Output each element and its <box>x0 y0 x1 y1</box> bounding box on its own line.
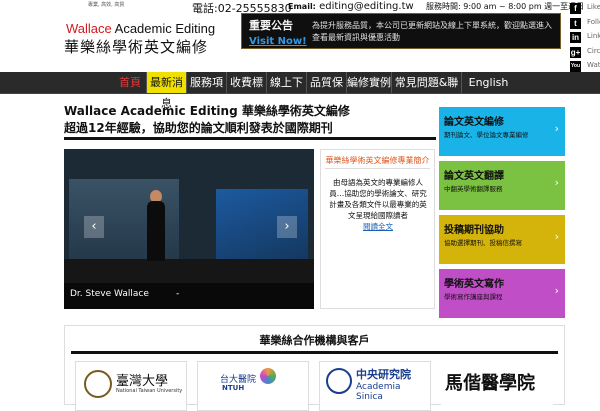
brand-en-rest: Academic Editing <box>111 21 216 36</box>
nav-item-pricing[interactable]: 收費標準 <box>226 72 266 110</box>
nav-item-services[interactable]: 服務項目 <box>186 72 226 110</box>
nav-item-news[interactable]: 最新消息 <box>146 72 186 110</box>
visit-now-link[interactable]: Visit Now! <box>249 36 307 47</box>
notice-text: 為提升服務品質，本公司已更新網站及線上下單系統，歡迎點選進入查看最新資訊與優惠活… <box>312 21 552 42</box>
intro-body-text: 由母語為英文的專業編修人員…協助您的學術論文、研究計畫及各類文件以最專業的英文呈… <box>329 178 427 220</box>
slider-caption-sep: - <box>176 289 180 299</box>
page-subheadline: 超過12年經驗，協助您的論文順利發表於國際期刊 <box>64 121 333 135</box>
facebook-icon: f <box>570 3 581 14</box>
clients-title: 華樂絲合作機構與客戶 <box>259 334 370 347</box>
ntu-logo-sub: National Taiwan University <box>116 388 183 394</box>
nav-item-faq-contact[interactable]: 常見問題&聯絡我們 <box>391 72 461 110</box>
ntuh-logo[interactable]: 台大醫院 NTUH <box>197 361 309 411</box>
social-link-follow[interactable]: t Follow <box>570 17 600 32</box>
social-label: Follow <box>587 17 600 26</box>
nav-item-order[interactable]: 線上下單 <box>266 72 306 110</box>
headline-divider <box>64 137 436 140</box>
mackay-logo-text: 馬偕醫學院 <box>445 373 535 394</box>
brand-en-wallace: Wallace <box>66 21 112 36</box>
social-link-circle[interactable]: g+ Circle <box>570 46 600 61</box>
intro-box: 華樂絲學術英文編修專業簡介 由母語為英文的專業編修人員…協助您的學術論文、研究計… <box>320 149 435 309</box>
read-more-link[interactable]: 閱讀全文 <box>363 222 393 231</box>
chevron-right-icon: › <box>554 176 559 189</box>
chevron-right-icon: › <box>554 230 559 243</box>
social-label: Watch <box>587 61 600 69</box>
social-label: LinkedIn <box>587 32 600 40</box>
tagline: 專業, 高效, 高質 <box>88 2 125 8</box>
intro-body: 由母語為英文的專業編修人員…協助您的學術論文、研究計畫及各類文件以最專業的英文呈… <box>326 177 430 232</box>
ntu-emblem-icon <box>84 370 112 398</box>
google-plus-icon: g+ <box>570 46 581 58</box>
email-address[interactable]: editing@editing.tw <box>319 1 414 12</box>
service-box-3[interactable]: 投稿期刊協助協助選擇期刊、投稿信撰寫 › <box>439 215 565 264</box>
academia-sinica-logo-text: 中央研究院 <box>356 368 411 381</box>
service-box-desc: 協助選擇期刊、投稿信撰寫 <box>444 239 522 247</box>
social-label: Circle <box>587 46 600 55</box>
photo-slider[interactable]: ‹ › Dr. Steve Wallace - <box>64 149 314 309</box>
social-link-like[interactable]: f Like <box>570 2 600 17</box>
speaker-figure <box>147 201 165 261</box>
brand-logo-en[interactable]: Wallace Academic Editing <box>66 21 215 36</box>
service-box-title: 學術英文寫作 <box>444 279 504 290</box>
nav-item-quality[interactable]: 品質保證 <box>306 72 346 110</box>
intro-title: 華樂絲學術英文編修專業簡介 <box>325 156 430 165</box>
nav-item-examples[interactable]: 編修實例說明 <box>346 72 391 110</box>
intro-divider <box>325 168 430 169</box>
email-contact[interactable]: Email: editing@editing.tw <box>288 1 414 12</box>
service-box-title: 投稿期刊協助 <box>444 225 504 236</box>
chevron-right-icon: › <box>554 122 559 135</box>
service-box-desc: 期刊論文、學位論文專業編修 <box>444 131 529 139</box>
service-box-desc: 中翻英學術翻譯服務 <box>444 185 503 193</box>
linkedin-icon: in <box>570 32 581 43</box>
service-box-desc: 學術寫作講座與課程 <box>444 293 503 301</box>
mackay-logo[interactable]: 馬偕醫學院 <box>441 361 553 411</box>
service-hours: 服務時間: 9:00 am ~ 8:00 pm 週一至週日 <box>426 2 585 11</box>
notice-title: 重要公告 <box>249 19 293 32</box>
academia-sinica-logo-sub: Academia Sinica <box>356 382 401 402</box>
twitter-icon: t <box>570 17 581 29</box>
brand-logo-zh[interactable]: 華樂絲學術英文編修 <box>64 36 208 57</box>
service-box-title: 論文英文編修 <box>444 117 504 128</box>
clients-section: 華樂絲合作機構與客戶 臺灣大學 National Taiwan Universi… <box>64 325 565 411</box>
service-box-4[interactable]: 學術英文寫作 學術寫作講座與課程 › <box>439 269 565 318</box>
ntu-logo-text: 臺灣大學 <box>116 374 169 389</box>
academia-sinica-emblem-icon <box>326 368 352 394</box>
academia-sinica-logo[interactable]: 中央研究院 Academia Sinica <box>319 361 431 411</box>
notice-banner: 重要公告 Visit Now! 為提升服務品質，本公司已更新網站及線上下單系統，… <box>241 13 561 49</box>
nav-home[interactable]: 首頁 <box>118 72 142 93</box>
clients-divider <box>71 351 558 354</box>
youtube-icon: You <box>570 61 581 72</box>
email-label: Email: <box>288 2 316 11</box>
service-box-title: 論文英文翻譯 <box>444 171 504 182</box>
slider-next-button[interactable]: › <box>277 216 297 238</box>
service-box-1[interactable]: 論文英文編修期刊論文、學位論文專業編修 › <box>439 107 565 156</box>
service-box-2[interactable]: 論文英文翻譯 中翻英學術翻譯服務 › <box>439 161 565 210</box>
chevron-right-icon: › <box>554 284 559 297</box>
page-headline: Wallace Academic Editing 華樂絲學術英文編修 <box>64 104 350 118</box>
slider-caption: Dr. Steve Wallace - <box>64 283 314 309</box>
slider-prev-button[interactable]: ‹ <box>84 216 104 238</box>
main-nav: 首頁 最新消息 服務項目 收費標準 線上下單 品質保證 編修實例說明 常見問題&… <box>0 72 600 110</box>
social-links: f Liket Follow in LinkedIn g+ Circle You Watch <box>570 2 600 75</box>
social-link-linkedin[interactable]: in LinkedIn <box>570 31 600 46</box>
ntuh-emblem-icon <box>260 368 276 384</box>
ntuh-logo-sub: NTUH <box>222 384 245 392</box>
social-label: Like <box>587 3 600 11</box>
slider-caption-text: Dr. Steve Wallace <box>70 289 149 299</box>
nav-item-english[interactable]: English <box>461 72 515 93</box>
ntu-logo[interactable]: 臺灣大學 National Taiwan University <box>75 361 187 411</box>
